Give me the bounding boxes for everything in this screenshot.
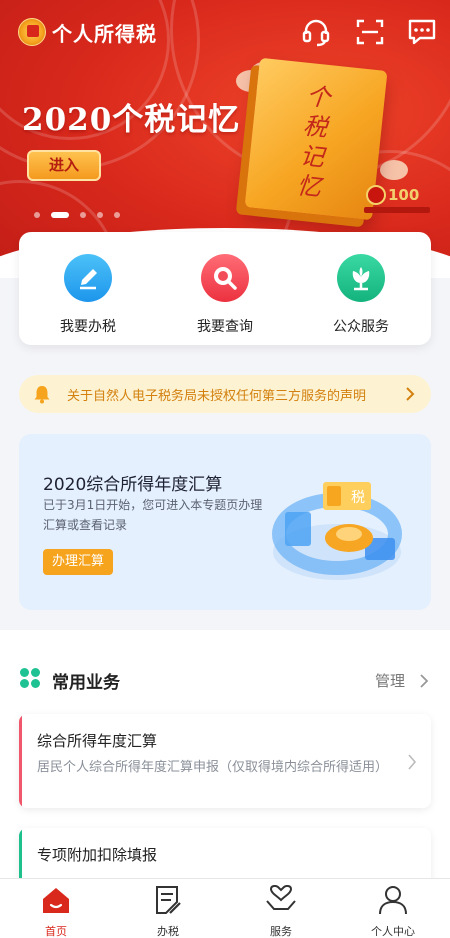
- person-icon: [379, 886, 407, 915]
- quick-item-tax[interactable]: 我要办税: [38, 254, 138, 335]
- settle-button[interactable]: 办理汇算: [43, 549, 113, 575]
- settlement-illustration: 税: [272, 482, 402, 580]
- quick-item-label: 公众服务: [333, 319, 389, 335]
- carousel-dots: [34, 212, 126, 218]
- chevron-right-icon: [408, 754, 417, 770]
- tab-service[interactable]: 服务: [236, 884, 326, 938]
- scan-icon[interactable]: [354, 16, 386, 48]
- flower-icon: [337, 254, 385, 302]
- tab-tax[interactable]: 办税: [123, 885, 213, 938]
- quick-services-card: 我要办税 我要查询 公众服务: [19, 232, 431, 345]
- section-title: 常用业务: [52, 673, 120, 693]
- accent-bar: [19, 714, 22, 808]
- pencil-icon: [64, 254, 112, 302]
- party-emblem-icon: [366, 185, 386, 205]
- tax-card-label: 税: [351, 490, 365, 506]
- carousel-dot-active[interactable]: [51, 212, 70, 218]
- tab-home[interactable]: 首页: [11, 885, 101, 938]
- quick-item-query[interactable]: 我要查询: [175, 254, 275, 335]
- tab-label: 个人中心: [371, 925, 415, 938]
- quick-item-label: 我要办税: [60, 319, 116, 335]
- anniversary-number: 100: [388, 186, 420, 204]
- notice-bar[interactable]: 关于自然人电子税务局未授权任何第三方服务的声明: [19, 375, 431, 413]
- business-item[interactable]: 综合所得年度汇算 居民个人综合所得年度汇算申报（仅取得境内综合所得适用）: [19, 714, 431, 808]
- quick-item-public[interactable]: 公众服务: [311, 254, 411, 335]
- carousel-dot[interactable]: [80, 212, 87, 218]
- anniversary-badge: 100: [364, 185, 430, 213]
- business-item-title: 专项附加扣除填报: [37, 846, 158, 864]
- business-item-description: 居民个人综合所得年度汇算申报（仅取得境内综合所得适用）: [37, 760, 389, 775]
- carousel-dot[interactable]: [97, 212, 104, 218]
- promo-description: 已于3月1日开始，您可进入本专题页办理汇算或查看记录: [43, 498, 263, 532]
- manage-link[interactable]: 管理: [375, 670, 429, 691]
- enter-button[interactable]: 进入: [27, 150, 101, 181]
- message-icon[interactable]: [406, 16, 438, 48]
- tax-emblem-icon: [18, 18, 46, 46]
- bell-icon: [34, 386, 50, 404]
- tab-label: 首页: [45, 925, 67, 938]
- top-bar: 个人所得税: [0, 0, 450, 62]
- clover-icon: [20, 668, 40, 688]
- banner-title: 2020个税记忆: [22, 102, 241, 138]
- document-icon: [156, 886, 181, 914]
- headset-icon[interactable]: [300, 16, 332, 48]
- heart-hands-icon: [266, 884, 296, 910]
- home-icon: [43, 888, 69, 913]
- tab-label: 服务: [270, 925, 292, 938]
- book-text: 个税记忆: [295, 81, 332, 202]
- cloud-decor: [380, 160, 408, 180]
- notice-text: 关于自然人电子税务局未授权任何第三方服务的声明: [67, 389, 367, 404]
- carousel-dot[interactable]: [34, 212, 40, 218]
- app-title: 个人所得税: [52, 22, 157, 46]
- badge-ribbon: [364, 207, 430, 213]
- business-item-title: 综合所得年度汇算: [37, 732, 158, 750]
- promo-title: 2020综合所得年度汇算: [43, 475, 223, 495]
- annual-settlement-card[interactable]: 2020综合所得年度汇算 已于3月1日开始，您可进入本专题页办理汇算或查看记录 …: [19, 434, 431, 610]
- search-icon: [201, 254, 249, 302]
- bottom-tab-bar: 首页 办税 服务 个人中心: [0, 878, 450, 938]
- quick-item-label: 我要查询: [197, 319, 253, 335]
- tab-personal-center[interactable]: 个人中心: [348, 885, 438, 938]
- chevron-right-icon: [420, 674, 429, 688]
- manage-label: 管理: [375, 672, 406, 690]
- tab-label: 办税: [157, 925, 179, 938]
- chevron-right-icon: [406, 387, 415, 401]
- carousel-dot[interactable]: [114, 212, 121, 218]
